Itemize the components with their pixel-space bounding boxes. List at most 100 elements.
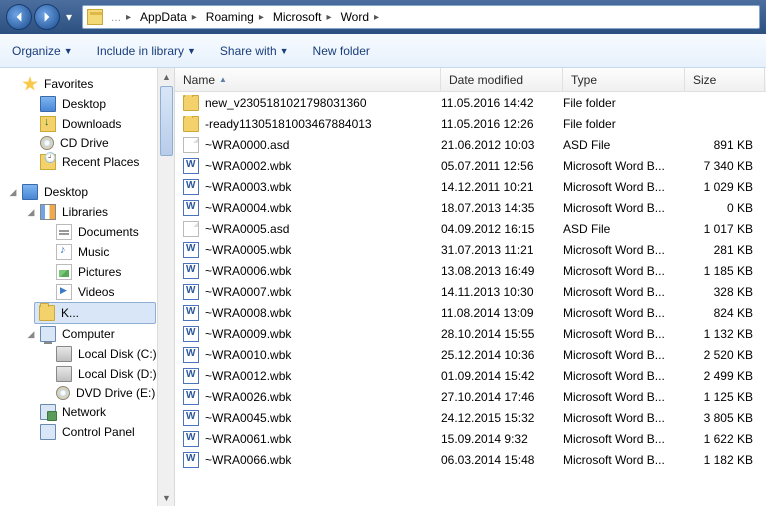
sidebar-item-documents[interactable]: Documents — [0, 222, 174, 242]
include-library-menu[interactable]: Include in library▼ — [97, 44, 196, 58]
file-name: ~WRA0045.wbk — [205, 411, 291, 425]
wbk-icon — [183, 284, 199, 300]
file-date-cell: 05.07.2011 12:56 — [441, 159, 563, 173]
breadcrumb[interactable]: Word▸ — [339, 10, 386, 24]
file-name-cell: ~WRA0045.wbk — [183, 410, 441, 426]
file-date-cell: 11.05.2016 12:26 — [441, 117, 563, 131]
scroll-thumb[interactable] — [160, 86, 173, 156]
sidebar-item-dvd[interactable]: DVD Drive (E:) — [0, 384, 174, 402]
table-row[interactable]: ~WRA0008.wbk11.08.2014 13:09Microsoft Wo… — [175, 302, 766, 323]
expand-icon[interactable]: ◢ — [26, 207, 36, 218]
scroll-up-icon[interactable]: ▲ — [158, 68, 175, 85]
history-dropdown[interactable]: ▾ — [62, 5, 76, 29]
breadcrumb[interactable]: Roaming▸ — [204, 10, 271, 24]
table-row[interactable]: ~WRA0026.wbk27.10.2014 17:46Microsoft Wo… — [175, 386, 766, 407]
sidebar-item-music[interactable]: Music — [0, 242, 174, 262]
breadcrumb[interactable]: ...▸ — [109, 10, 138, 24]
wbk-icon — [183, 305, 199, 321]
table-row[interactable]: ~WRA0005.asd04.09.2012 16:15ASD File1 01… — [175, 218, 766, 239]
table-row[interactable]: ~WRA0010.wbk25.12.2014 10:36Microsoft Wo… — [175, 344, 766, 365]
file-name: ~WRA0004.wbk — [205, 201, 291, 215]
file-type-cell: Microsoft Word B... — [563, 327, 685, 341]
wbk-icon — [183, 452, 199, 468]
file-date-cell: 14.11.2013 10:30 — [441, 285, 563, 299]
breadcrumb[interactable]: AppData▸ — [138, 10, 204, 24]
sidebar-item-desktop[interactable]: Desktop — [0, 94, 174, 114]
file-date-cell: 14.12.2011 10:21 — [441, 180, 563, 194]
dvd-icon — [56, 386, 70, 400]
sidebar-item-computer[interactable]: ◢Computer — [0, 324, 174, 344]
table-row[interactable]: ~WRA0002.wbk05.07.2011 12:56Microsoft Wo… — [175, 155, 766, 176]
file-size-cell: 281 KB — [685, 243, 761, 257]
organize-menu[interactable]: Organize▼ — [12, 44, 73, 58]
file-type-cell: ASD File — [563, 222, 685, 236]
file-list: new_v23051810217980313​6011.05.2016 14:4… — [175, 92, 766, 506]
wbk-icon — [183, 179, 199, 195]
table-row[interactable]: ~WRA0005.wbk31.07.2013 11:21Microsoft Wo… — [175, 239, 766, 260]
file-size-cell: 2 499 KB — [685, 369, 761, 383]
back-button[interactable] — [6, 4, 32, 30]
sidebar-item-user[interactable]: K... — [34, 302, 156, 324]
file-date-cell: 15.09.2014 9:32 — [441, 432, 563, 446]
sidebar-item-videos[interactable]: Videos — [0, 282, 174, 302]
drive-icon — [56, 346, 72, 362]
file-date-cell: 11.08.2014 13:09 — [441, 306, 563, 320]
sidebar-scrollbar[interactable]: ▲ ▼ — [157, 68, 174, 506]
navigation-bar: ▾ ...▸ AppData▸ Roaming▸ Microsoft▸ Word… — [0, 0, 766, 34]
table-row[interactable]: ~WRA0003.wbk14.12.2011 10:21Microsoft Wo… — [175, 176, 766, 197]
file-name-cell: ~WRA0003.wbk — [183, 179, 441, 195]
sidebar-item-recent[interactable]: Recent Places — [0, 152, 174, 172]
table-row[interactable]: -ready113051810034678​8401311.05.2016 12… — [175, 113, 766, 134]
column-name[interactable]: Name▲ — [175, 68, 441, 91]
computer-icon — [40, 326, 56, 342]
table-row[interactable]: ~WRA0004.wbk18.07.2013 14:35Microsoft Wo… — [175, 197, 766, 218]
sidebar-item-libraries[interactable]: ◢Libraries — [0, 202, 174, 222]
file-date-cell: 28.10.2014 15:55 — [441, 327, 563, 341]
expand-icon[interactable]: ◢ — [26, 329, 36, 340]
file-name-cell: ~WRA0026.wbk — [183, 389, 441, 405]
table-row[interactable]: ~WRA0045.wbk24.12.2015 15:32Microsoft Wo… — [175, 407, 766, 428]
expand-icon[interactable]: ◢ — [8, 187, 18, 198]
file-name-cell: ~WRA0000.asd — [183, 137, 441, 153]
file-type-cell: Microsoft Word B... — [563, 369, 685, 383]
forward-button[interactable] — [34, 4, 60, 30]
favorites-group[interactable]: Favorites — [0, 74, 174, 94]
table-row[interactable]: ~WRA0009.wbk28.10.2014 15:55Microsoft Wo… — [175, 323, 766, 344]
scroll-down-icon[interactable]: ▼ — [158, 489, 175, 506]
file-name-cell: new_v23051810217980313​60 — [183, 95, 441, 111]
table-row[interactable]: ~WRA0000.asd21.06.2012 10:03ASD File891 … — [175, 134, 766, 155]
address-bar[interactable]: ...▸ AppData▸ Roaming▸ Microsoft▸ Word▸ — [82, 5, 760, 29]
music-icon — [56, 244, 72, 260]
sidebar-item-network[interactable]: Network — [0, 402, 174, 422]
sidebar-item-cddrive[interactable]: CD Drive — [0, 134, 174, 152]
breadcrumb[interactable]: Microsoft▸ — [271, 10, 339, 24]
wbk-icon — [183, 347, 199, 363]
toolbar: Organize▼ Include in library▼ Share with… — [0, 34, 766, 68]
column-date[interactable]: Date modified — [441, 68, 563, 91]
table-row[interactable]: ~WRA0012.wbk01.09.2014 15:42Microsoft Wo… — [175, 365, 766, 386]
column-type[interactable]: Type — [563, 68, 685, 91]
column-headers: Name▲ Date modified Type Size — [175, 68, 766, 92]
table-row[interactable]: ~WRA0066.wbk06.03.2014 15:48Microsoft Wo… — [175, 449, 766, 470]
share-menu[interactable]: Share with▼ — [220, 44, 289, 58]
sidebar-item-drive-c[interactable]: Local Disk (C:) — [0, 344, 174, 364]
sidebar-item-drive-d[interactable]: Local Disk (D:) — [0, 364, 174, 384]
file-date-cell: 11.05.2016 14:42 — [441, 96, 563, 110]
table-row[interactable]: new_v23051810217980313​6011.05.2016 14:4… — [175, 92, 766, 113]
table-row[interactable]: ~WRA0061.wbk15.09.2014 9:32Microsoft Wor… — [175, 428, 766, 449]
file-type-cell: File folder — [563, 117, 685, 131]
table-row[interactable]: ~WRA0007.wbk14.11.2013 10:30Microsoft Wo… — [175, 281, 766, 302]
file-name: ~WRA0026.wbk — [205, 390, 291, 404]
desktop-icon — [22, 184, 38, 200]
file-name: ~WRA0005.wbk — [205, 243, 291, 257]
desktop-group[interactable]: ◢Desktop — [0, 182, 174, 202]
sidebar-item-control-panel[interactable]: Control Panel — [0, 422, 174, 442]
file-type-cell: Microsoft Word B... — [563, 453, 685, 467]
file-name-cell: ~WRA0012.wbk — [183, 368, 441, 384]
new-folder-button[interactable]: New folder — [313, 44, 370, 58]
file-size-cell: 1 622 KB — [685, 432, 761, 446]
column-size[interactable]: Size — [685, 68, 765, 91]
sidebar-item-downloads[interactable]: Downloads — [0, 114, 174, 134]
table-row[interactable]: ~WRA0006.wbk13.08.2013 16:49Microsoft Wo… — [175, 260, 766, 281]
sidebar-item-pictures[interactable]: Pictures — [0, 262, 174, 282]
